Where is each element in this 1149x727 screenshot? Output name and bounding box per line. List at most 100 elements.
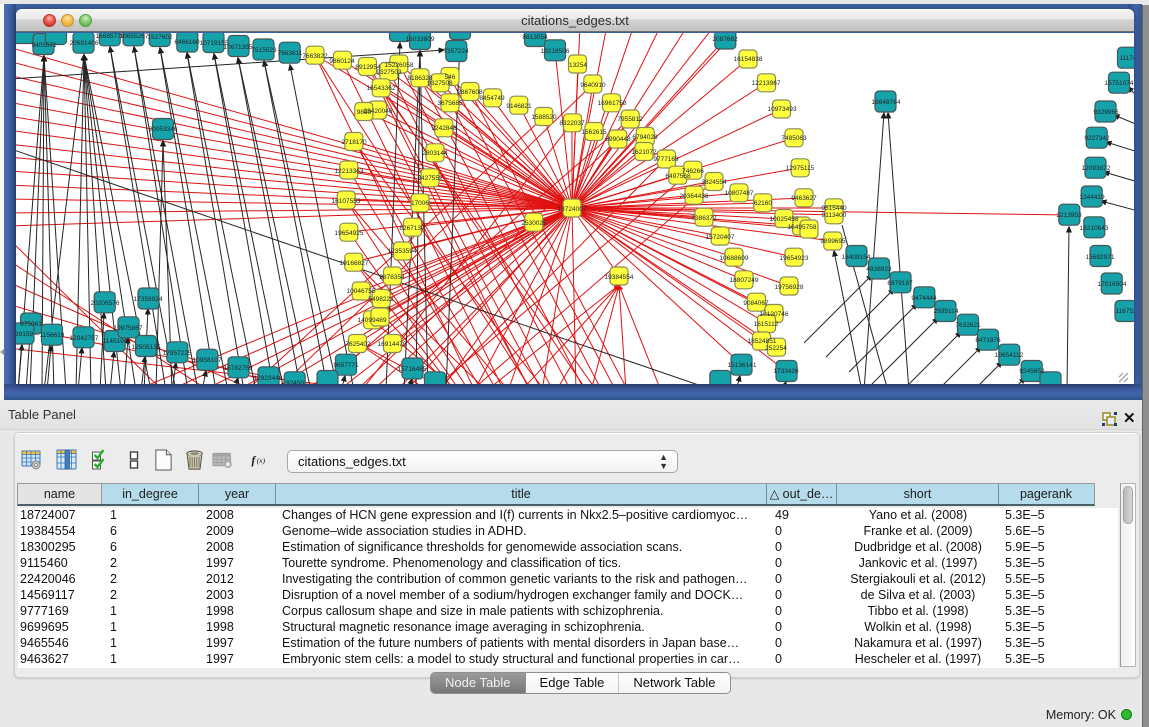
svg-text:12353594: 12353594 [388,248,417,255]
svg-text:13254: 13254 [569,62,587,69]
svg-text:9146821: 9146821 [506,103,532,110]
svg-text:1527602: 1527602 [147,34,173,41]
svg-text:16543362: 16543362 [367,85,396,92]
svg-text:f: f [252,455,257,467]
svg-text:6466160: 6466160 [174,39,200,46]
svg-text:10807487: 10807487 [725,190,754,197]
svg-text:20053346: 20053346 [149,126,178,133]
svg-text:19654923: 19654923 [780,255,809,262]
svg-text:1145194: 1145194 [103,338,128,345]
svg-text:9640910: 9640910 [580,82,606,89]
svg-text:10958107: 10958107 [193,357,222,364]
svg-text:1156619: 1156619 [40,332,65,339]
svg-text:9474444: 9474444 [911,295,937,302]
svg-text:2530025: 2530025 [521,220,547,227]
svg-text:39159: 39159 [16,331,33,338]
svg-text:8322037: 8322037 [559,120,585,127]
svg-text:14099489: 14099489 [358,317,387,324]
svg-text:7625402: 7625402 [345,341,371,348]
svg-text:16914479: 16914479 [378,341,407,348]
svg-text:16107553: 16107553 [332,198,361,205]
svg-text:9242848: 9242848 [431,125,457,132]
svg-text:1588520: 1588520 [531,114,557,121]
svg-text:16210643: 16210643 [1080,225,1109,232]
svg-text:7485063: 7485063 [781,135,807,142]
svg-text:9327503: 9327503 [376,69,402,76]
svg-text:15751074: 15751074 [1105,80,1134,87]
svg-text:62160: 62160 [754,200,772,207]
svg-text:1733426: 1733426 [773,368,799,375]
svg-text:12923448: 12923448 [254,375,283,382]
svg-text:9084067: 9084067 [743,300,769,307]
svg-text:3675685: 3675685 [437,100,463,107]
svg-text:19654925: 19654925 [335,230,364,237]
svg-text:18807249: 18807249 [730,277,759,284]
svg-text:10688609: 10688609 [720,255,749,262]
svg-text:15226058: 15226058 [385,62,414,69]
svg-text:9890: 9890 [357,109,372,116]
svg-text:8813054: 8813054 [522,34,548,41]
svg-text:9329966: 9329966 [1093,109,1119,116]
svg-text:746266: 746266 [682,168,704,175]
svg-text:8990448: 8990448 [605,136,631,143]
svg-text:8878354: 8878354 [379,274,405,281]
svg-text:16961758: 16961758 [598,100,627,107]
svg-text:17006: 17006 [411,200,429,207]
svg-text:8471876: 8471876 [975,337,1001,344]
svg-text:7357224: 7357224 [443,48,469,55]
svg-text:5498222: 5498222 [368,296,394,303]
svg-text:4938923: 4938923 [866,266,892,273]
svg-text:16409154: 16409154 [842,254,871,261]
svg-text:19975867: 19975867 [114,325,143,332]
svg-text:3213953: 3213953 [1056,212,1082,219]
svg-text:1244419: 1244419 [1079,194,1105,201]
svg-text:16154838: 16154838 [734,56,763,63]
svg-text:10973493: 10973493 [768,106,797,113]
svg-text:9777169: 9777169 [653,156,679,163]
svg-text:7663811: 7663811 [278,50,303,57]
svg-text:2718170: 2718170 [341,139,367,146]
svg-text:8427552: 8427552 [417,175,443,182]
svg-text:9327508: 9327508 [427,80,453,87]
svg-text:9899695: 9899695 [820,238,846,245]
svg-text:3824554: 3824554 [701,179,727,186]
svg-text:15692971: 15692971 [1086,254,1115,261]
svg-text:7386372: 7386372 [691,215,717,222]
svg-text:19756928: 19756928 [775,284,804,291]
svg-text:10120746: 10120746 [760,311,789,318]
svg-text:10654112: 10654112 [995,352,1024,359]
svg-text:15720407: 15720407 [706,234,735,241]
svg-text:16033809: 16033809 [406,36,435,43]
svg-text:2803144: 2803144 [422,150,448,157]
svg-text:11174: 11174 [1119,55,1134,62]
svg-text:9245652: 9245652 [1019,368,1045,375]
svg-text:(x): (x) [257,456,266,465]
svg-text:8267130: 8267130 [399,225,425,232]
svg-text:20364436: 20364436 [680,193,709,200]
svg-text:975061: 975061 [20,321,42,328]
svg-text:6879197: 6879197 [887,280,913,287]
svg-text:19218506: 19218506 [541,48,570,55]
svg-text:7515523: 7515523 [251,47,277,54]
svg-text:17359924: 17359924 [134,296,163,303]
svg-text:12213967: 12213967 [752,80,781,87]
svg-text:12505135: 12505135 [132,344,161,351]
svg-text:18524851: 18524851 [748,338,777,345]
svg-text:17957225: 17957225 [163,350,192,357]
svg-text:9860124: 9860124 [329,58,355,65]
svg-text:7663822: 7663822 [302,53,328,60]
svg-text:12093872: 12093872 [1082,165,1111,172]
svg-text:10655267: 10655267 [120,33,149,40]
svg-text:1615112: 1615112 [754,321,779,328]
svg-text:1562615: 1562615 [581,129,607,136]
svg-text:15716485: 15716485 [398,366,427,373]
svg-text:18724007: 18724007 [558,206,587,213]
svg-text:19166827: 19166827 [340,260,369,267]
svg-text:7632621: 7632621 [955,322,981,329]
svg-text:20691406: 20691406 [70,40,99,47]
svg-text:12975115: 12975115 [786,165,815,172]
svg-text:15136141: 15136141 [728,362,757,369]
svg-text:16495758: 16495758 [788,224,817,231]
svg-text:19384554: 19384554 [605,274,634,281]
svg-text:7955812: 7955812 [617,116,643,123]
